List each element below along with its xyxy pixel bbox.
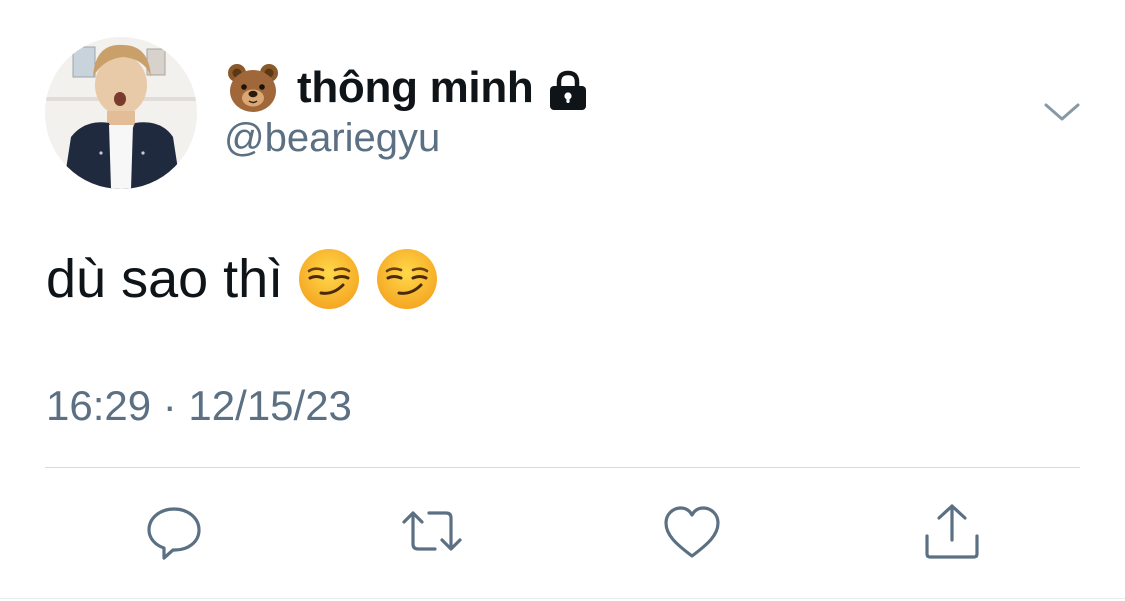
share-icon [925, 504, 979, 559]
author-display-name[interactable]: thông minh [297, 63, 534, 113]
smirking-face-icon [297, 247, 361, 311]
author-handle[interactable]: @beariegyu [224, 116, 440, 161]
reply-icon [147, 507, 201, 560]
tweet-timestamp[interactable]: 16:29 · 12/15/23 [46, 382, 352, 430]
retweet-button[interactable] [402, 502, 462, 562]
heart-icon [664, 506, 720, 558]
bear-face-icon [227, 63, 279, 113]
author-name-row[interactable]: thông minh [227, 60, 588, 116]
avatar[interactable] [45, 37, 197, 189]
smirking-face-icon [375, 247, 439, 311]
divider [45, 467, 1080, 468]
share-button[interactable] [922, 502, 982, 562]
reply-button[interactable] [144, 502, 204, 562]
retweet-icon [402, 511, 462, 551]
avatar-photo [45, 37, 197, 189]
bottom-divider [0, 598, 1125, 599]
tweet-text-content: dù sao thì [46, 249, 284, 309]
chevron-down-icon[interactable] [1043, 100, 1081, 124]
lock-icon [548, 70, 588, 112]
like-button[interactable] [662, 502, 722, 562]
tweet-text: dù sao thì [46, 244, 439, 314]
